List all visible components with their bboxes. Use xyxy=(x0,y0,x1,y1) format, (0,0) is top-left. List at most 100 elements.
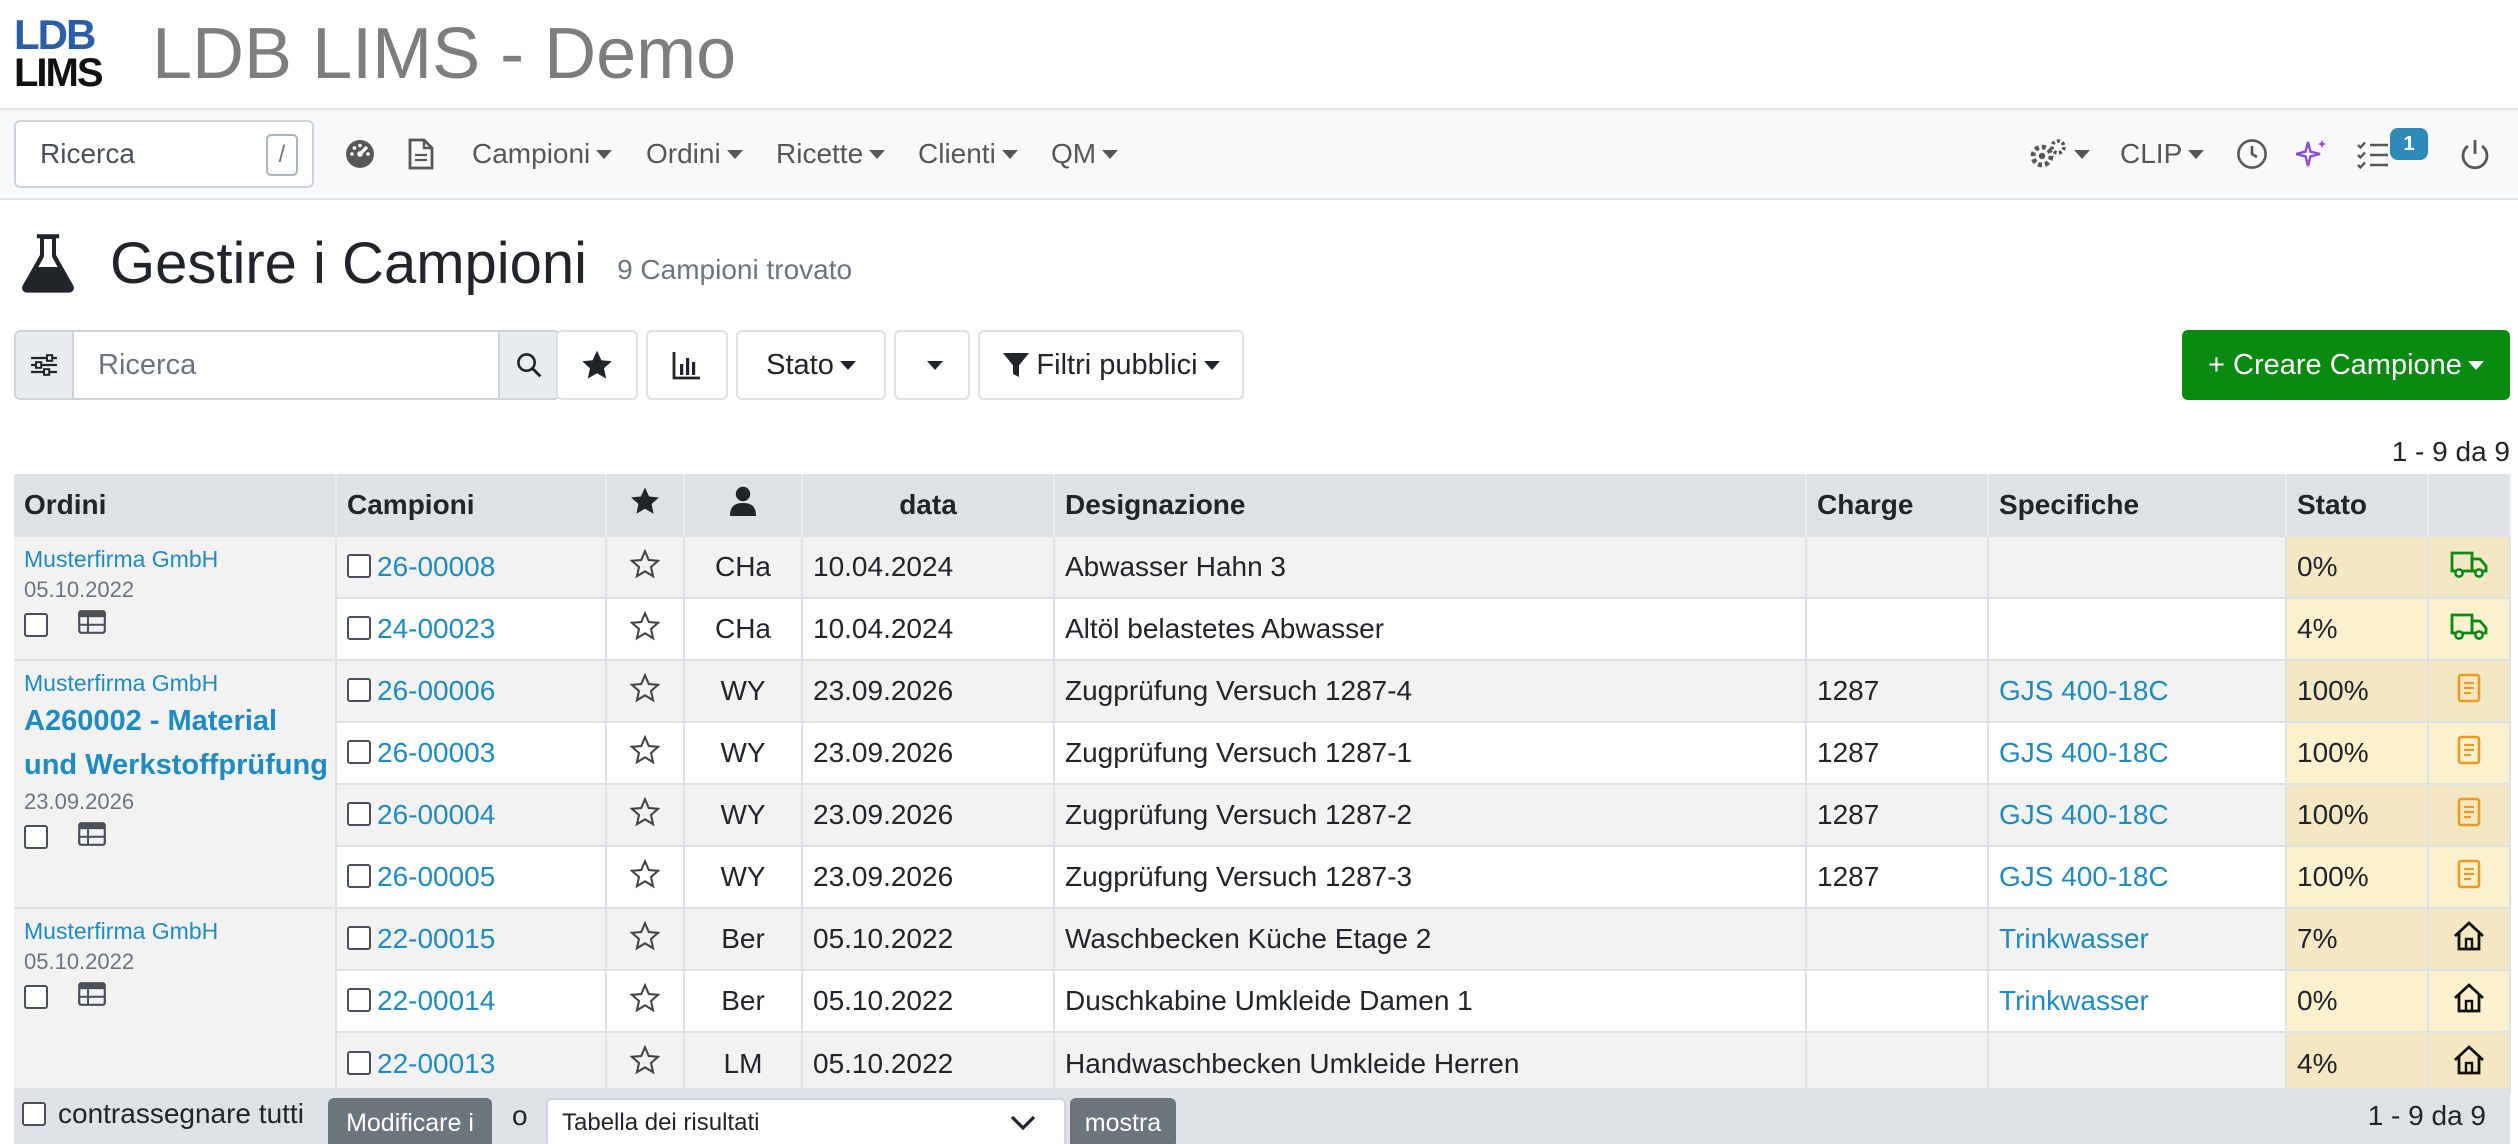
sample-id-link[interactable]: 26-00003 xyxy=(377,737,495,768)
select-all-checkbox[interactable]: contrassegnare tutti xyxy=(22,1098,304,1130)
order-customer-link[interactable]: Musterfirma GmbH xyxy=(24,543,335,575)
home-icon[interactable] xyxy=(2428,1031,2511,1094)
create-sample-button[interactable]: + Creare Campione xyxy=(2182,330,2510,400)
col-header-charge[interactable]: Charge xyxy=(1806,474,1989,536)
ldb-lims-logo[interactable]: LDB LIMS xyxy=(14,11,110,97)
sample-checkbox[interactable] xyxy=(347,740,371,764)
table-row[interactable]: 26-00003 WY 23.09.2026 Zugprüfung Versuch 1… xyxy=(14,721,2511,784)
nav-menu-qm[interactable]: QM xyxy=(1051,110,1118,198)
col-header-orders[interactable]: Ordini xyxy=(14,474,337,536)
nav-menu-ricette[interactable]: Ricette xyxy=(776,110,885,198)
sample-id-link[interactable]: 22-00014 xyxy=(377,985,495,1016)
table-row[interactable]: 26-00005 WY 23.09.2026 Zugprüfung Versuch 1… xyxy=(14,845,2511,908)
report-icon[interactable] xyxy=(2428,845,2511,908)
favorites-button[interactable] xyxy=(556,330,638,400)
col-header-designation[interactable]: Designazione xyxy=(1054,474,1807,536)
logout-power-icon[interactable] xyxy=(2460,110,2490,198)
sample-id-link[interactable]: 22-00013 xyxy=(377,1048,495,1079)
favorite-toggle[interactable] xyxy=(606,659,685,722)
table-row[interactable]: Musterfirma GmbH A260002 - Material und … xyxy=(14,659,2511,908)
global-search-input[interactable]: Ricerca / xyxy=(14,120,314,188)
report-icon[interactable] xyxy=(2428,659,2511,722)
col-header-favorite[interactable] xyxy=(606,474,685,536)
col-header-samples[interactable]: Campioni xyxy=(336,474,607,536)
report-icon[interactable] xyxy=(2428,721,2511,784)
sample-checkbox[interactable] xyxy=(347,802,371,826)
sample-checkbox[interactable] xyxy=(347,864,371,888)
order-table-button[interactable] xyxy=(78,981,106,1013)
order-checkbox[interactable] xyxy=(24,825,48,849)
search-button[interactable] xyxy=(498,330,560,400)
col-header-user[interactable] xyxy=(684,474,803,536)
status-filter-dropdown[interactable]: Stato xyxy=(736,330,886,400)
sample-spec-link[interactable]: GJS 400-18C xyxy=(1999,737,2169,768)
table-row[interactable]: 22-00013 LM 05.10.2022 Handwaschbecken Umkl… xyxy=(14,1031,2511,1094)
nav-menu-clienti[interactable]: Clienti xyxy=(918,110,1018,198)
favorite-toggle[interactable] xyxy=(606,535,685,598)
sample-spec-link[interactable]: Trinkwasser xyxy=(1999,923,2149,954)
home-icon[interactable] xyxy=(2428,969,2511,1032)
sample-spec-link[interactable]: Trinkwasser xyxy=(1999,985,2149,1016)
sample-spec-link[interactable]: GJS 400-18C xyxy=(1999,675,2169,706)
sample-spec-link[interactable]: GJS 400-18C xyxy=(1999,799,2169,830)
tasks-list-icon[interactable] xyxy=(2356,110,2390,198)
sample-id-link[interactable]: 22-00015 xyxy=(377,923,495,954)
truck-icon[interactable] xyxy=(2428,535,2511,598)
order-customer-link[interactable]: Musterfirma GmbH xyxy=(24,667,335,699)
report-icon[interactable] xyxy=(2428,783,2511,846)
ai-sparkle-icon[interactable] xyxy=(2296,110,2328,198)
favorite-toggle[interactable] xyxy=(606,783,685,846)
nav-menu-clip[interactable]: CLIP xyxy=(2120,110,2204,198)
table-row[interactable]: 24-00023 CHa 10.04.2024 Altöl belastetes Ab… xyxy=(14,597,2511,660)
favorite-toggle[interactable] xyxy=(606,845,685,908)
result-table-select[interactable]: Tabella dei risultati xyxy=(546,1098,1066,1144)
sample-spec-link[interactable]: GJS 400-18C xyxy=(1999,861,2169,892)
order-checkbox[interactable] xyxy=(24,613,48,637)
favorite-toggle[interactable] xyxy=(606,721,685,784)
sample-id-link[interactable]: 26-00008 xyxy=(377,551,495,582)
table-row[interactable]: 26-00004 WY 23.09.2026 Zugprüfung Versuch 1… xyxy=(14,783,2511,846)
show-button[interactable]: mostra xyxy=(1070,1098,1176,1144)
settings-gears-icon[interactable] xyxy=(2028,110,2090,198)
sample-id-link[interactable]: 26-00006 xyxy=(377,675,495,706)
sample-checkbox[interactable] xyxy=(347,554,371,578)
saved-filters-dropdown[interactable] xyxy=(894,330,970,400)
favorite-toggle[interactable] xyxy=(606,907,685,970)
sample-checkbox[interactable] xyxy=(347,1050,371,1075)
nav-menu-ordini[interactable]: Ordini xyxy=(646,110,743,198)
sample-id-link[interactable]: 26-00004 xyxy=(377,799,495,830)
sample-search-input[interactable]: Ricerca xyxy=(72,330,500,400)
bulk-edit-button[interactable]: Modificare i xyxy=(328,1098,492,1144)
nav-menu-campioni[interactable]: Campioni xyxy=(472,110,612,198)
table-row[interactable]: Musterfirma GmbH 05.10.2022 22-00015 Ber 0… xyxy=(14,907,2511,1094)
col-header-date[interactable]: data xyxy=(802,474,1055,536)
col-header-status[interactable]: Stato xyxy=(2286,474,2429,536)
sample-checkbox[interactable] xyxy=(347,988,371,1012)
sample-checkbox[interactable] xyxy=(347,678,371,702)
sample-checkbox[interactable] xyxy=(347,616,371,640)
sample-id-link[interactable]: 24-00023 xyxy=(377,613,495,644)
document-icon[interactable] xyxy=(408,110,434,198)
sample-id-link[interactable]: 26-00005 xyxy=(377,861,495,892)
order-table-button[interactable] xyxy=(78,609,106,641)
statistics-button[interactable] xyxy=(646,330,728,400)
favorite-toggle[interactable] xyxy=(606,1031,685,1094)
public-filters-dropdown[interactable]: Filtri pubblici xyxy=(978,330,1244,400)
history-clock-icon[interactable] xyxy=(2236,110,2268,198)
sample-date: 05.10.2022 xyxy=(802,907,1055,970)
sample-checkbox[interactable] xyxy=(347,926,371,950)
table-row[interactable]: 22-00014 Ber 05.10.2022 Duschkabine Umkleid… xyxy=(14,969,2511,1032)
table-row[interactable]: Musterfirma GmbH 05.10.2022 26-00008 CHa 1… xyxy=(14,535,2511,660)
order-table-button[interactable] xyxy=(78,821,106,853)
truck-icon[interactable] xyxy=(2428,597,2511,660)
checkbox[interactable] xyxy=(22,1102,46,1126)
order-checkbox[interactable] xyxy=(24,985,48,1009)
favorite-toggle[interactable] xyxy=(606,597,685,660)
home-icon[interactable] xyxy=(2428,907,2511,970)
col-header-specs[interactable]: Specifiche xyxy=(1988,474,2287,536)
order-title-link[interactable]: A260002 - Material und Werkstoffprüfung xyxy=(24,699,335,787)
dashboard-icon[interactable] xyxy=(344,110,376,198)
order-customer-link[interactable]: Musterfirma GmbH xyxy=(24,915,335,947)
favorite-toggle[interactable] xyxy=(606,969,685,1032)
filter-sliders-button[interactable] xyxy=(14,330,74,400)
